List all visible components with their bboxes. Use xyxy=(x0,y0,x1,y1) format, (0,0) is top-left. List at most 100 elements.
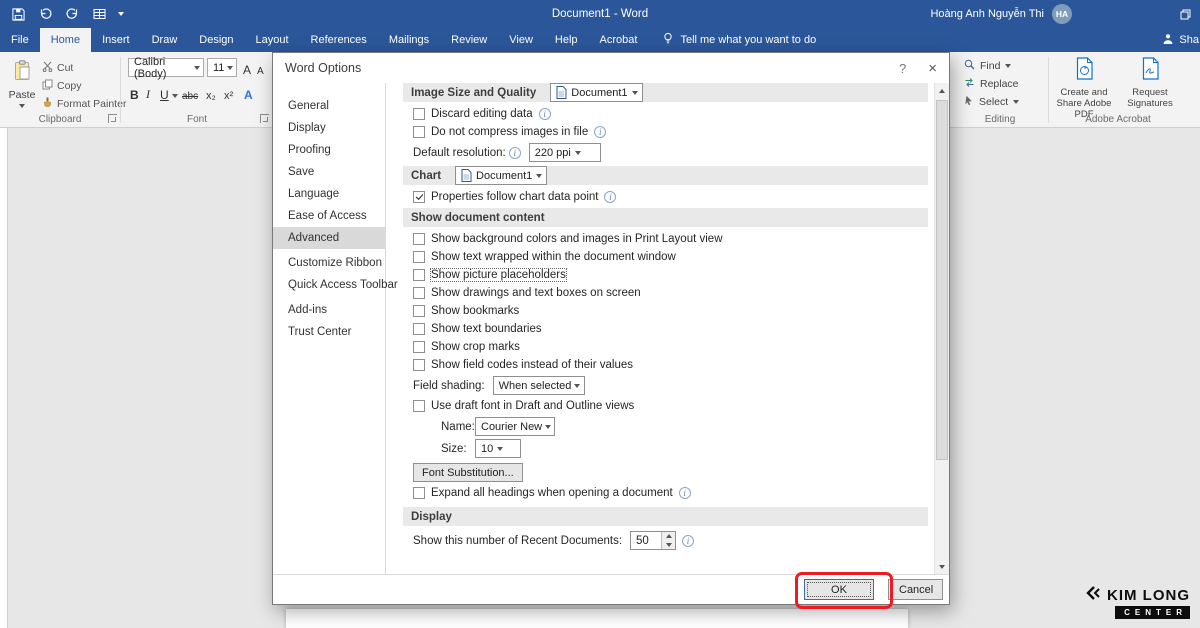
nav-item[interactable]: Language xyxy=(273,183,385,205)
checkbox[interactable] xyxy=(413,341,425,353)
underline-caret-icon[interactable] xyxy=(172,94,178,98)
ribbon-tab[interactable]: Design xyxy=(188,28,244,52)
share-button[interactable]: Sha xyxy=(1162,28,1200,52)
draft-font-size-dropdown[interactable]: 10 xyxy=(475,439,521,458)
grow-font-button[interactable]: A xyxy=(241,59,253,77)
cancel-button[interactable]: Cancel xyxy=(888,579,943,600)
scroll-up-icon[interactable] xyxy=(935,83,949,98)
create-share-pdf-button[interactable]: Create and Share Adobe PDF xyxy=(1052,57,1116,120)
avatar[interactable]: HA xyxy=(1052,4,1072,24)
checkbox[interactable] xyxy=(413,251,425,263)
checkbox[interactable] xyxy=(413,269,425,281)
ribbon-tab[interactable]: Home xyxy=(40,28,91,52)
find-button[interactable]: Find xyxy=(964,58,1011,73)
touch-mode-icon[interactable] xyxy=(91,6,107,22)
save-icon[interactable] xyxy=(10,6,26,22)
clipboard-dialog-launcher-icon[interactable] xyxy=(108,114,117,123)
underline-button[interactable]: U xyxy=(158,84,171,102)
nav-item[interactable]: Advanced xyxy=(273,227,385,249)
font-substitution-button[interactable]: Font Substitution... xyxy=(413,463,523,482)
ribbon-tab[interactable]: View xyxy=(498,28,544,52)
nav-item[interactable]: Proofing xyxy=(273,139,385,161)
paste-button[interactable]: Paste xyxy=(4,56,40,118)
expand-headings-row[interactable]: Expand all headings when opening a docum… xyxy=(413,486,928,499)
checkbox[interactable] xyxy=(413,305,425,317)
italic-button[interactable]: I xyxy=(144,84,152,102)
scroll-down-icon[interactable] xyxy=(935,559,949,574)
strikethrough-button[interactable]: abc xyxy=(180,84,200,102)
ribbon-tab[interactable]: File xyxy=(0,28,40,52)
select-button[interactable]: Select xyxy=(964,94,1019,109)
help-icon[interactable]: ? xyxy=(899,61,906,76)
nav-item[interactable]: Quick Access Toolbar xyxy=(273,274,385,296)
default-resolution-dropdown[interactable]: 220 ppi xyxy=(529,143,601,162)
nav-item[interactable]: General xyxy=(273,95,385,117)
ribbon-tab[interactable]: Acrobat xyxy=(589,28,649,52)
cut-button[interactable]: Cut xyxy=(42,60,73,76)
ribbon-tab[interactable]: Mailings xyxy=(378,28,440,52)
field-shading-dropdown[interactable]: When selected xyxy=(493,376,585,395)
ribbon-tab[interactable]: Insert xyxy=(91,28,141,52)
checkbox[interactable] xyxy=(413,359,425,371)
text-effects-button[interactable]: A xyxy=(242,84,255,102)
subscript-button[interactable]: x₂ xyxy=(204,84,218,102)
recent-documents-spinner[interactable]: 50 xyxy=(630,531,676,550)
checkbox-row[interactable]: Show background colors and images in Pri… xyxy=(413,232,928,245)
undo-icon[interactable] xyxy=(37,6,53,22)
ribbon-tab[interactable]: References xyxy=(300,28,378,52)
checkbox-row[interactable]: Show crop marks xyxy=(413,340,928,353)
draft-font-name-dropdown[interactable]: Courier New xyxy=(475,417,555,436)
nav-item[interactable]: Save xyxy=(273,161,385,183)
chart-scope-dropdown[interactable]: Document1 xyxy=(455,166,547,185)
spinner-up-icon[interactable] xyxy=(662,532,675,541)
checkbox-row[interactable]: Show bookmarks xyxy=(413,304,928,317)
bold-button[interactable]: B xyxy=(128,84,141,102)
checkbox-row[interactable]: Show field codes instead of their values xyxy=(413,358,928,371)
spinner-down-icon[interactable] xyxy=(662,541,675,550)
ok-button[interactable]: OK xyxy=(804,579,874,600)
font-dialog-launcher-icon[interactable] xyxy=(260,114,269,123)
ribbon-tab[interactable]: Help xyxy=(544,28,589,52)
nav-item[interactable]: Ease of Access xyxy=(273,205,385,227)
redo-icon[interactable] xyxy=(64,6,80,22)
shrink-font-button[interactable]: A xyxy=(255,59,266,77)
superscript-button[interactable]: x² xyxy=(222,84,235,102)
checkbox-row[interactable]: Show text boundaries xyxy=(413,322,928,335)
font-size-combobox[interactable]: 11 xyxy=(207,58,237,77)
replace-button[interactable]: Replace xyxy=(964,76,1019,91)
ribbon-tab[interactable]: Review xyxy=(440,28,498,52)
checkbox[interactable] xyxy=(413,126,425,138)
nav-item[interactable]: Add-ins xyxy=(273,299,385,321)
do-not-compress-row[interactable]: Do not compress images in file xyxy=(413,125,928,138)
copy-button[interactable]: Copy xyxy=(42,78,82,94)
draft-font-row[interactable]: Use draft font in Draft and Outline view… xyxy=(413,399,928,412)
nav-item[interactable]: Customize Ribbon xyxy=(273,252,385,274)
checkbox[interactable] xyxy=(413,323,425,335)
discard-editing-data-row[interactable]: Discard editing data xyxy=(413,107,928,120)
ribbon-tab[interactable]: Draw xyxy=(141,28,189,52)
image-quality-scope-dropdown[interactable]: Document1 xyxy=(550,83,642,102)
properties-follow-chart-row[interactable]: Properties follow chart data point xyxy=(413,190,928,203)
font-name-combobox[interactable]: Calibri (Body) xyxy=(128,58,204,77)
ribbon-tab[interactable]: Layout xyxy=(245,28,300,52)
checkbox[interactable] xyxy=(413,487,425,499)
restore-window-icon[interactable] xyxy=(1170,0,1200,28)
checkbox[interactable] xyxy=(413,108,425,120)
group-separator xyxy=(120,57,121,123)
close-icon[interactable]: × xyxy=(928,60,937,77)
request-signatures-button[interactable]: Request Signatures xyxy=(1118,57,1182,109)
checkbox-row[interactable]: Show drawings and text boxes on screen xyxy=(413,286,928,299)
dialog-scrollbar[interactable] xyxy=(934,83,949,574)
checkbox[interactable] xyxy=(413,233,425,245)
scrollbar-thumb[interactable] xyxy=(936,100,948,460)
checkbox[interactable] xyxy=(413,191,425,203)
nav-item[interactable]: Trust Center xyxy=(273,321,385,343)
tell-me-box[interactable]: Tell me what you want to do xyxy=(662,28,816,52)
checkbox[interactable] xyxy=(413,287,425,299)
checkbox-row[interactable]: Show picture placeholders xyxy=(413,268,928,281)
checkbox[interactable] xyxy=(413,400,425,412)
format-painter-button[interactable]: Format Painter xyxy=(42,96,126,112)
qat-customize-caret-icon[interactable] xyxy=(118,12,124,16)
checkbox-row[interactable]: Show text wrapped within the document wi… xyxy=(413,250,928,263)
nav-item[interactable]: Display xyxy=(273,117,385,139)
